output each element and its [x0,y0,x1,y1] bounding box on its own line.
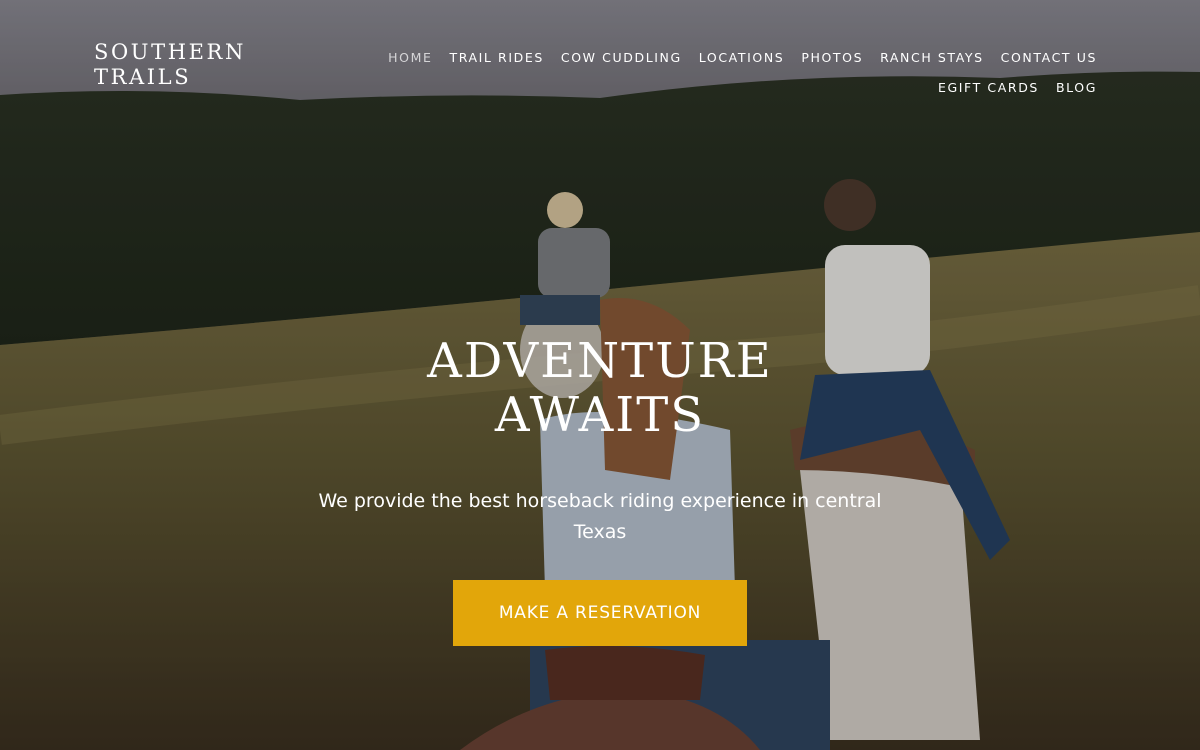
hero-subtitle: We provide the best horseback riding exp… [318,490,882,543]
nav-item-blog[interactable]: BLOG [1056,80,1097,95]
nav-item-ranch-stays[interactable]: RANCH STAYS [880,50,984,65]
main-navigation: HOME TRAIL RIDES COW CUDDLING LOCATIONS … [377,42,1097,102]
nav-item-photos[interactable]: PHOTOS [801,50,863,65]
logo-line-2: TRAILS [94,65,192,89]
nav-item-contact-us[interactable]: CONTACT US [1001,50,1097,65]
nav-item-cow-cuddling[interactable]: COW CUDDLING [561,50,682,65]
site-logo[interactable]: SOUTHERN TRAILS [94,40,246,90]
hero-headline: ADVENTURE AWAITS [0,334,1200,442]
logo-line-1: SOUTHERN [94,40,246,64]
make-reservation-button[interactable]: MAKE A RESERVATION [453,580,747,646]
nav-item-trail-rides[interactable]: TRAIL RIDES [449,50,543,65]
headline-line-2: AWAITS [494,387,706,443]
nav-item-egift-cards[interactable]: EGIFT CARDS [938,80,1039,95]
hero-section: SOUTHERN TRAILS HOME TRAIL RIDES COW CUD… [0,0,1200,750]
nav-item-locations[interactable]: LOCATIONS [699,50,785,65]
nav-row-1: HOME TRAIL RIDES COW CUDDLING LOCATIONS … [377,42,1097,72]
nav-row-2: EGIFT CARDS BLOG [377,72,1097,102]
headline-line-1: ADVENTURE [427,333,773,389]
nav-item-home[interactable]: HOME [388,50,432,65]
